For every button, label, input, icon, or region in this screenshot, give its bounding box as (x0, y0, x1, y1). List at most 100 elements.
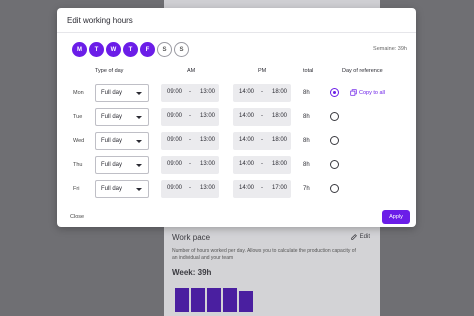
weekly-total: Semaine: 39h (373, 46, 407, 52)
chevron-down-icon (136, 164, 142, 167)
day-total: 8h (303, 114, 310, 120)
am-end-time[interactable]: 13:00 (200, 185, 215, 191)
day-row: Tue Full day 09:00 - 13:00 14:00 - 18:00 8h (57, 108, 416, 128)
day-total: 8h (303, 138, 310, 144)
pencil-icon (350, 234, 357, 240)
weekday-toggle[interactable]: S (157, 42, 172, 57)
close-button[interactable]: Close (70, 214, 84, 220)
time-separator: - (189, 137, 191, 143)
day-label: Tue (73, 114, 83, 120)
time-separator: - (189, 161, 191, 167)
header-am: AM (187, 68, 196, 74)
type-of-day-value: Full day (101, 186, 123, 192)
day-bar (223, 288, 237, 312)
time-separator: - (261, 161, 263, 167)
pm-time-range[interactable]: 14:00 - 18:00 (233, 132, 291, 150)
copy-to-all-button[interactable]: Copy to all (350, 89, 385, 96)
time-separator: - (261, 113, 263, 119)
day-label: Wed (73, 138, 85, 144)
weekday-toggle[interactable]: F (140, 42, 155, 57)
day-total: 7h (303, 186, 310, 192)
type-of-day-select[interactable]: Full day (95, 156, 149, 174)
pm-end-time[interactable]: 18:00 (272, 137, 287, 143)
pm-end-time[interactable]: 17:00 (272, 185, 287, 191)
day-row: Fri Full day 09:00 - 13:00 14:00 - 17:00 7h (57, 180, 416, 200)
edit-button[interactable]: Edit (350, 234, 370, 240)
type-of-day-value: Full day (101, 114, 123, 120)
am-end-time[interactable]: 13:00 (200, 113, 215, 119)
day-row: Wed Full day 09:00 - 13:00 14:00 - 18:00 8h (57, 132, 416, 152)
edit-label: Edit (359, 234, 370, 240)
time-separator: - (189, 89, 191, 95)
copy-icon (350, 89, 357, 96)
am-start-time[interactable]: 09:00 (167, 113, 182, 119)
time-separator: - (261, 185, 263, 191)
week-bar-chart (175, 288, 253, 312)
work-pace-title: Work pace (172, 233, 211, 242)
day-total: 8h (303, 162, 310, 168)
am-start-time[interactable]: 09:00 (167, 89, 182, 95)
day-bar (191, 288, 205, 312)
pm-time-range[interactable]: 14:00 - 17:00 (233, 180, 291, 198)
weekday-toggle[interactable]: M (72, 42, 87, 57)
type-of-day-value: Full day (101, 162, 123, 168)
type-of-day-select[interactable]: Full day (95, 84, 149, 102)
type-of-day-value: Full day (101, 90, 123, 96)
pm-start-time[interactable]: 14:00 (239, 161, 254, 167)
pm-time-range[interactable]: 14:00 - 18:00 (233, 108, 291, 126)
pm-end-time[interactable]: 18:00 (272, 161, 287, 167)
weekday-toggle[interactable]: T (89, 42, 104, 57)
weekday-selector: MTWTFSS (72, 42, 189, 57)
am-end-time[interactable]: 13:00 (200, 89, 215, 95)
pm-start-time[interactable]: 14:00 (239, 137, 254, 143)
apply-button[interactable]: Apply (382, 210, 410, 224)
pm-time-range[interactable]: 14:00 - 18:00 (233, 156, 291, 174)
header-total: total (303, 68, 314, 74)
am-time-range[interactable]: 09:00 - 13:00 (161, 108, 219, 126)
weekday-toggle[interactable]: W (106, 42, 121, 57)
weekday-toggle[interactable]: S (174, 42, 189, 57)
am-end-time[interactable]: 13:00 (200, 137, 215, 143)
modal-title: Edit working hours (67, 16, 133, 25)
type-of-day-select[interactable]: Full day (95, 132, 149, 150)
am-start-time[interactable]: 09:00 (167, 161, 182, 167)
am-start-time[interactable]: 09:00 (167, 137, 182, 143)
modal-header: Edit working hours (57, 8, 416, 33)
am-end-time[interactable]: 13:00 (200, 161, 215, 167)
time-separator: - (189, 113, 191, 119)
type-of-day-select[interactable]: Full day (95, 180, 149, 198)
am-time-range[interactable]: 09:00 - 13:00 (161, 132, 219, 150)
pm-end-time[interactable]: 18:00 (272, 113, 287, 119)
copy-to-all-label: Copy to all (359, 89, 385, 96)
am-time-range[interactable]: 09:00 - 13:00 (161, 84, 219, 102)
day-bar (239, 291, 253, 312)
day-total: 8h (303, 90, 310, 96)
work-pace-description: Number of hours worked per day. Allows y… (172, 248, 356, 261)
day-label: Fri (73, 186, 80, 192)
week-total: Week: 39h (172, 268, 212, 277)
reference-day-radio[interactable] (330, 112, 339, 121)
header-type-of-day: Type of day (95, 68, 124, 74)
am-time-range[interactable]: 09:00 - 13:00 (161, 156, 219, 174)
reference-day-radio[interactable] (330, 88, 339, 97)
weekday-toggle[interactable]: T (123, 42, 138, 57)
header-day-of-reference: Day of reference (342, 68, 383, 74)
type-of-day-select[interactable]: Full day (95, 108, 149, 126)
time-separator: - (261, 89, 263, 95)
pm-start-time[interactable]: 14:00 (239, 185, 254, 191)
am-start-time[interactable]: 09:00 (167, 185, 182, 191)
pm-end-time[interactable]: 18:00 (272, 89, 287, 95)
chevron-down-icon (136, 188, 142, 191)
reference-day-radio[interactable] (330, 160, 339, 169)
type-of-day-value: Full day (101, 138, 123, 144)
pm-time-range[interactable]: 14:00 - 18:00 (233, 84, 291, 102)
chevron-down-icon (136, 116, 142, 119)
time-separator: - (261, 137, 263, 143)
header-pm: PM (258, 68, 267, 74)
pm-start-time[interactable]: 14:00 (239, 113, 254, 119)
reference-day-radio[interactable] (330, 136, 339, 145)
reference-day-radio[interactable] (330, 184, 339, 193)
pm-start-time[interactable]: 14:00 (239, 89, 254, 95)
work-pace-card: Work pace Edit Number of hours worked pe… (164, 226, 380, 316)
am-time-range[interactable]: 09:00 - 13:00 (161, 180, 219, 198)
